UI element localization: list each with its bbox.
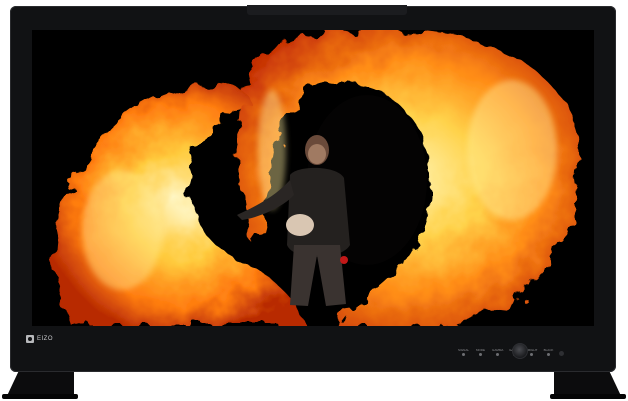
control-label: SIGNAL: [458, 348, 470, 352]
fire-scene: [32, 30, 594, 326]
screen: [32, 30, 594, 326]
brand-logo: EIZO: [26, 335, 53, 343]
stand-base-right: [550, 394, 626, 399]
control-black[interactable]: BLACK: [543, 348, 554, 356]
control-mode[interactable]: MODE: [475, 348, 486, 356]
power-icon[interactable]: [559, 351, 564, 356]
control-label: BLACK: [543, 348, 554, 352]
stand-base-left: [2, 394, 78, 399]
control-label: MODE: [476, 348, 485, 352]
brand-name: EIZO: [37, 336, 54, 342]
bezel-bottom: EIZO SIGNAL MODE GAMMA GAMUT BRIGHT BLAC…: [10, 326, 616, 372]
control-buttons: SIGNAL MODE GAMMA GAMUT BRIGHT BLACK: [458, 348, 554, 356]
control-gamma[interactable]: GAMMA: [492, 348, 503, 356]
eizo-logo-icon: [26, 335, 34, 343]
control-signal[interactable]: SIGNAL: [458, 348, 469, 356]
control-knob-icon[interactable]: [512, 343, 528, 359]
monitor: EIZO SIGNAL MODE GAMMA GAMUT BRIGHT BLAC…: [10, 5, 616, 372]
hood-notch: [247, 5, 407, 15]
control-label: GAMMA: [492, 348, 504, 352]
